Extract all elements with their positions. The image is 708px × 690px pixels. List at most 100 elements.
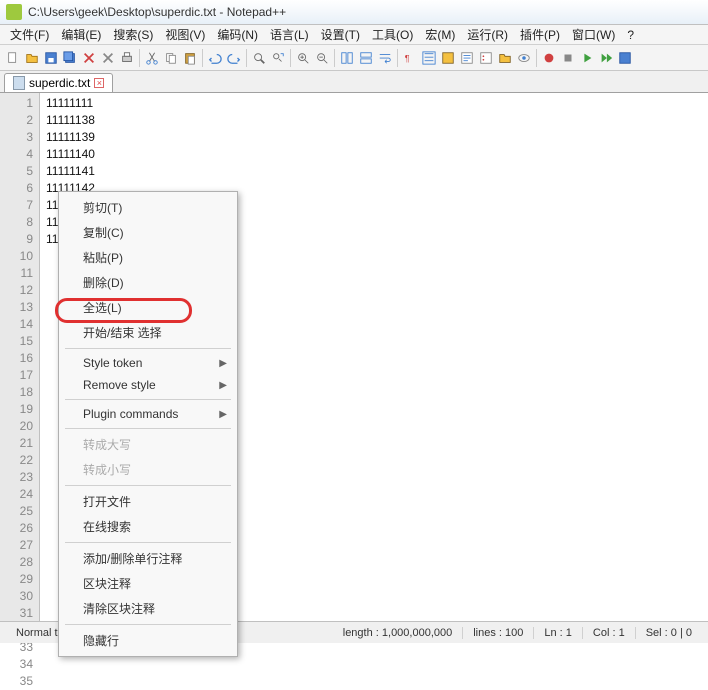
play-multi-icon[interactable] [597,49,615,67]
cut-icon[interactable] [143,49,161,67]
cm-copy[interactable]: 复制(C) [59,220,237,245]
window-title: C:\Users\geek\Desktop\superdic.txt - Not… [28,5,286,19]
menu-macro[interactable]: 宏(M) [419,24,461,45]
toolbar-separator [397,49,398,67]
app-icon [6,4,22,20]
cm-plugin-commands[interactable]: Plugin commands▶ [59,403,237,425]
cm-open-file[interactable]: 打开文件 [59,489,237,514]
cm-paste[interactable]: 粘贴(P) [59,245,237,270]
context-menu: 剪切(T) 复制(C) 粘贴(P) 删除(D) 全选(L) 开始/结束 选择 S… [58,191,238,657]
line-number: 28 [0,554,39,571]
code-line: 11111139 [46,129,708,146]
cm-separator [65,348,231,349]
user-lang-icon[interactable] [439,49,457,67]
menu-plugins[interactable]: 插件(P) [514,24,566,45]
cm-online-search[interactable]: 在线搜索 [59,514,237,539]
cm-begin-end-select[interactable]: 开始/结束 选择 [59,320,237,345]
line-number: 20 [0,418,39,435]
code-line: 11111140 [46,146,708,163]
editor[interactable]: 1234567891011121314151617181920212223242… [0,93,708,623]
find-icon[interactable] [250,49,268,67]
save-macro-icon[interactable] [616,49,634,67]
replace-icon[interactable] [269,49,287,67]
print-icon[interactable] [118,49,136,67]
cm-style-token[interactable]: Style token▶ [59,352,237,374]
status-lines: lines : 100 [463,627,534,639]
cm-uppercase[interactable]: 转成大写 [59,432,237,457]
code-line: 11111141 [46,163,708,180]
line-number: 23 [0,469,39,486]
cm-remove-style[interactable]: Remove style▶ [59,374,237,396]
menu-edit[interactable]: 编辑(E) [55,24,107,45]
tabbar: superdic.txt × [0,71,708,93]
toolbar-separator [246,49,247,67]
play-icon[interactable] [578,49,596,67]
cm-delete[interactable]: 删除(D) [59,270,237,295]
cm-separator [65,428,231,429]
menu-view[interactable]: 视图(V) [159,24,211,45]
svg-text:¶: ¶ [405,53,410,63]
redo-icon[interactable] [225,49,243,67]
line-number: 9 [0,231,39,248]
line-number: 22 [0,452,39,469]
cm-separator [65,485,231,486]
new-file-icon[interactable] [4,49,22,67]
paste-icon[interactable] [181,49,199,67]
code-line: 11111138 [46,112,708,129]
line-number: 18 [0,384,39,401]
show-all-icon[interactable]: ¶ [401,49,419,67]
save-all-icon[interactable] [61,49,79,67]
toolbar-separator [139,49,140,67]
menu-tools[interactable]: 工具(O) [366,24,419,45]
cm-block-comment[interactable]: 区块注释 [59,571,237,596]
wrap-icon[interactable] [376,49,394,67]
line-number-gutter: 1234567891011121314151617181920212223242… [0,93,40,623]
chevron-right-icon: ▶ [219,409,227,420]
cm-cut[interactable]: 剪切(T) [59,195,237,220]
zoom-in-icon[interactable] [294,49,312,67]
menu-encoding[interactable]: 编码(N) [211,24,264,45]
cm-lowercase[interactable]: 转成小写 [59,457,237,482]
toolbar: ¶ [0,45,708,71]
menu-run[interactable]: 运行(R) [461,24,514,45]
menu-search[interactable]: 搜索(S) [107,24,159,45]
line-number: 29 [0,571,39,588]
func-list-icon[interactable] [477,49,495,67]
cm-selectall[interactable]: 全选(L) [59,295,237,320]
line-number: 16 [0,350,39,367]
tab-close-icon[interactable]: × [94,78,104,88]
tab-label: superdic.txt [29,76,90,90]
line-number: 15 [0,333,39,350]
undo-icon[interactable] [206,49,224,67]
save-icon[interactable] [42,49,60,67]
chevron-right-icon: ▶ [219,358,227,369]
tab-superdic[interactable]: superdic.txt × [4,73,113,92]
menu-settings[interactable]: 设置(T) [315,24,366,45]
close-all-icon[interactable] [99,49,117,67]
line-number: 11 [0,265,39,282]
close-icon[interactable] [80,49,98,67]
sync-h-icon[interactable] [357,49,375,67]
menu-help[interactable]: ? [621,26,640,44]
stop-icon[interactable] [559,49,577,67]
line-number: 6 [0,180,39,197]
menu-window[interactable]: 窗口(W) [566,24,621,45]
indent-guide-icon[interactable] [420,49,438,67]
line-number: 4 [0,146,39,163]
record-icon[interactable] [540,49,558,67]
cm-clear-block-comment[interactable]: 清除区块注释 [59,596,237,621]
menu-file[interactable]: 文件(F) [4,24,55,45]
folder-view-icon[interactable] [496,49,514,67]
copy-icon[interactable] [162,49,180,67]
line-number: 12 [0,282,39,299]
doc-map-icon[interactable] [458,49,476,67]
line-number: 21 [0,435,39,452]
sync-v-icon[interactable] [338,49,356,67]
cm-hide-line[interactable]: 隐藏行 [59,628,237,653]
toolbar-separator [536,49,537,67]
open-file-icon[interactable] [23,49,41,67]
monitor-icon[interactable] [515,49,533,67]
menu-language[interactable]: 语言(L) [264,24,315,45]
cm-toggle-comment[interactable]: 添加/删除单行注释 [59,546,237,571]
zoom-out-icon[interactable] [313,49,331,67]
